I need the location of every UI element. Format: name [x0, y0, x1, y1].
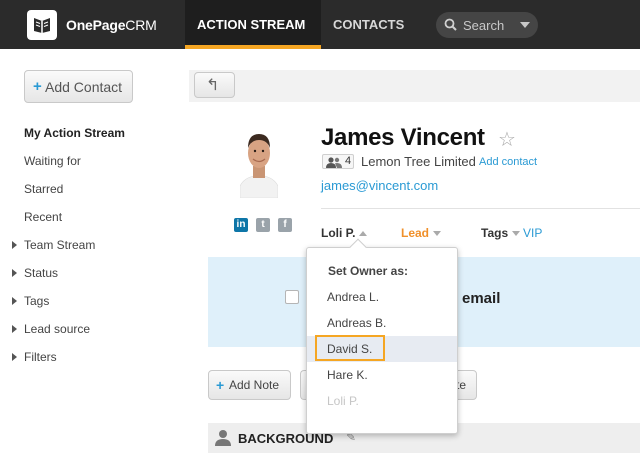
- search-icon: [444, 18, 457, 31]
- contact-avatar: [240, 134, 278, 198]
- search-placeholder: Search: [463, 18, 505, 33]
- nav-tab-action-stream[interactable]: ACTION STREAM: [185, 0, 321, 49]
- add-contact-button[interactable]: + Add Contact: [24, 70, 133, 103]
- add-note-label: Add Note: [229, 378, 280, 392]
- dropdown-pointer: [349, 238, 367, 256]
- divider: [321, 208, 640, 209]
- people-count: 4: [345, 155, 352, 167]
- nav-tab-contacts[interactable]: CONTACTS: [333, 17, 404, 32]
- linkedin-icon[interactable]: in: [234, 218, 248, 232]
- chevron-down-icon: [433, 231, 442, 237]
- sidebar-item-my-action-stream[interactable]: My Action Stream: [24, 126, 125, 140]
- expand-arrow-icon[interactable]: [12, 269, 17, 277]
- top-navigation-bar: OnePageCRM ACTION STREAM CONTACTS Search: [0, 0, 640, 49]
- dropdown-title: Set Owner as:: [328, 264, 409, 278]
- owner-name: Loli P.: [321, 226, 356, 240]
- sidebar-item-tags[interactable]: Tags: [24, 294, 49, 308]
- plus-icon: +: [33, 78, 42, 95]
- sidebar-item-team-stream[interactable]: Team Stream: [24, 238, 95, 252]
- sidebar-item-status[interactable]: Status: [24, 266, 58, 280]
- sidebar-item-filters[interactable]: Filters: [24, 350, 57, 364]
- star-icon[interactable]: ☆: [498, 127, 516, 152]
- chevron-down-icon: [512, 231, 521, 237]
- back-arrow-icon: ↰: [206, 77, 220, 94]
- expand-arrow-icon[interactable]: [12, 241, 17, 249]
- nav-tab-action-stream-label: ACTION STREAM: [197, 17, 306, 32]
- brand-name[interactable]: OnePageCRM: [66, 17, 157, 33]
- people-icon: [326, 157, 342, 168]
- owner-option-andrea-l[interactable]: Andrea L.: [307, 284, 457, 310]
- add-note-button[interactable]: + Add Note: [208, 370, 291, 400]
- sidebar-item-waiting-for[interactable]: Waiting for: [24, 154, 81, 168]
- add-contact-label: Add Contact: [45, 79, 123, 95]
- tags-label: Tags: [481, 226, 509, 240]
- sidebar-item-recent[interactable]: Recent: [24, 210, 62, 224]
- people-count-badge[interactable]: 4: [322, 154, 354, 169]
- contact-toolbar: [189, 70, 640, 102]
- sidebar-item-starred[interactable]: Starred: [24, 182, 63, 196]
- action-checkbox[interactable]: [285, 290, 299, 304]
- owner-option-andreas-b[interactable]: Andreas B.: [307, 310, 457, 336]
- chevron-down-icon[interactable]: [520, 22, 530, 28]
- status-label: Lead: [401, 226, 430, 240]
- onepage-logo-icon[interactable]: [27, 10, 57, 40]
- selection-highlight-box: [315, 335, 385, 361]
- twitter-icon[interactable]: t: [256, 218, 270, 232]
- owner-selector[interactable]: Loli P.: [321, 226, 368, 240]
- tags-selector[interactable]: Tags: [481, 226, 521, 240]
- status-selector[interactable]: Lead: [401, 226, 442, 240]
- company-name[interactable]: Lemon Tree Limited: [361, 154, 476, 169]
- contact-email[interactable]: james@vincent.com: [321, 178, 438, 193]
- person-icon: [215, 430, 231, 446]
- owner-option-hare-k[interactable]: Hare K.: [307, 362, 457, 388]
- expand-arrow-icon[interactable]: [12, 325, 17, 333]
- search-input[interactable]: Search: [436, 12, 538, 38]
- expand-arrow-icon[interactable]: [12, 353, 17, 361]
- expand-arrow-icon[interactable]: [12, 297, 17, 305]
- contact-name: James Vincent: [321, 124, 485, 151]
- chevron-up-icon: [359, 231, 368, 237]
- sidebar-item-lead-source[interactable]: Lead source: [24, 322, 90, 336]
- next-action-text: email: [462, 290, 501, 307]
- active-tab-underline: [185, 45, 321, 49]
- plus-icon: +: [216, 377, 225, 393]
- add-contact-link[interactable]: Add contact: [479, 156, 537, 168]
- back-button[interactable]: ↰: [194, 72, 235, 98]
- tag-vip[interactable]: VIP: [523, 226, 542, 240]
- facebook-icon[interactable]: f: [278, 218, 292, 232]
- owner-option-loli-p: Loli P.: [327, 394, 359, 408]
